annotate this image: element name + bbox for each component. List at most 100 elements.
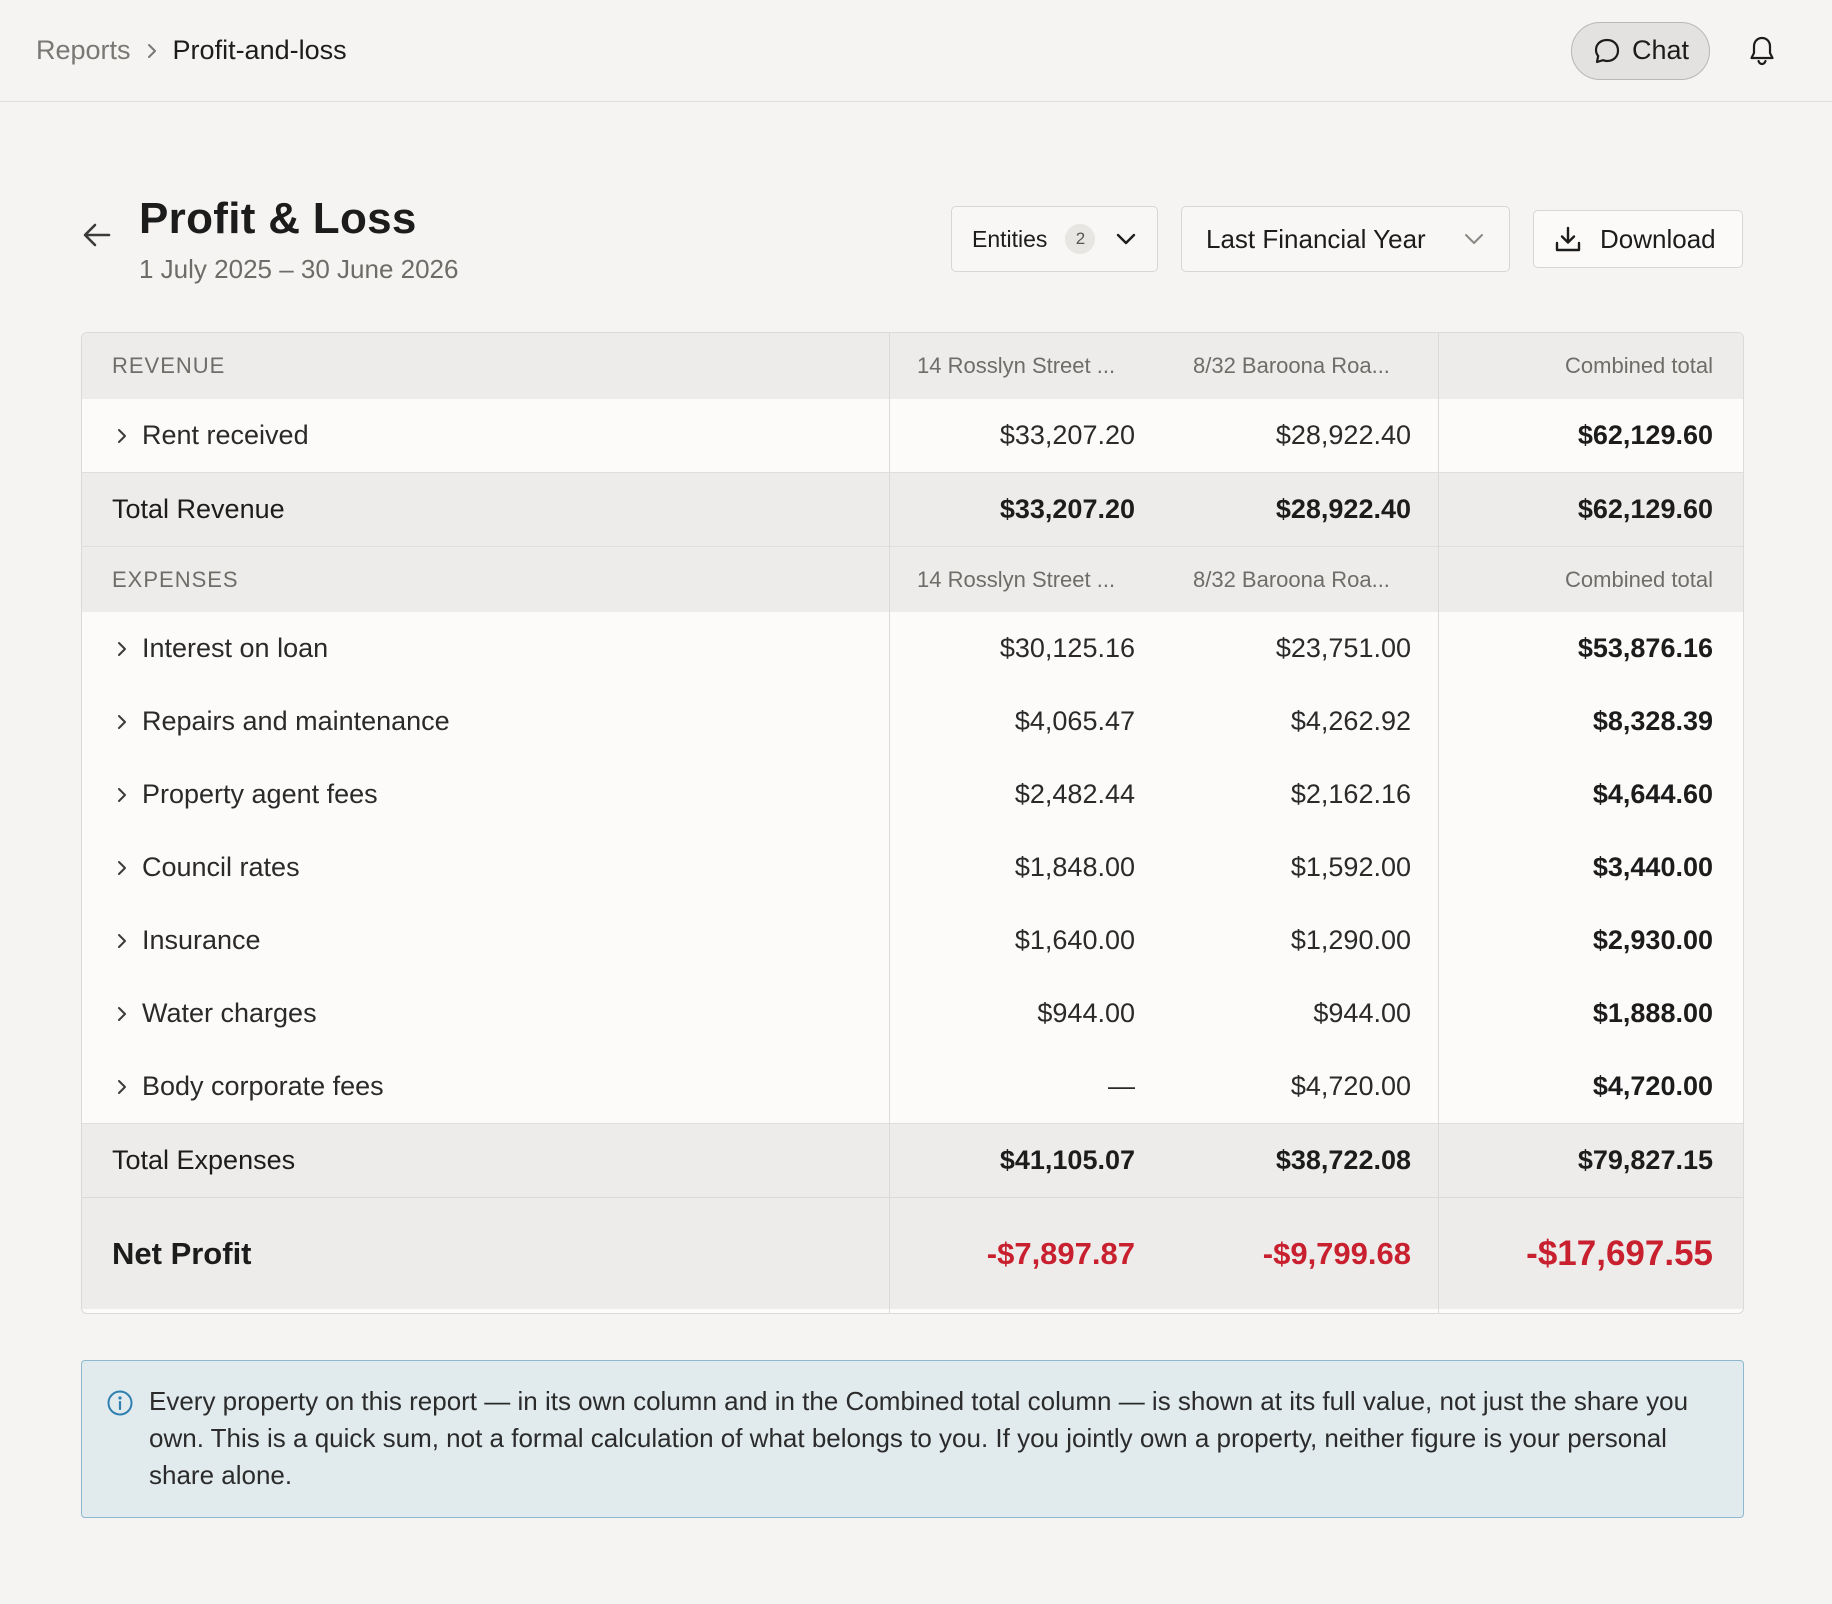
chat-bubble-icon (1592, 36, 1622, 66)
total-expenses-row: Total Expenses $41,105.07 $38,722.08 $79… (82, 1123, 1743, 1197)
page-title: Profit & Loss (139, 194, 417, 243)
period-select-value: Last Financial Year (1206, 223, 1426, 254)
value-property-a: $41,105.07 (999, 1145, 1135, 1175)
chevron-right-icon[interactable] (116, 932, 128, 950)
expenses-heading: EXPENSES (112, 566, 239, 592)
entities-dropdown[interactable]: Entities 2 (951, 206, 1158, 272)
value-combined: $79,827.15 (1577, 1145, 1713, 1175)
net-profit-row: Net Profit -$7,897.87 -$9,799.68 -$17,69… (82, 1197, 1743, 1309)
profit-loss-table: REVENUE 14 Rosslyn Street ... 8/32 Baroo… (81, 332, 1744, 1314)
download-icon (1554, 225, 1582, 253)
value-combined: $62,129.60 (1577, 494, 1713, 524)
value-property-b: $4,720.00 (1290, 1071, 1411, 1101)
value-combined: $8,328.39 (1592, 706, 1713, 736)
value-property-b: -$9,799.68 (1262, 1235, 1411, 1271)
arrow-left-icon (82, 222, 112, 248)
value-combined: $53,876.16 (1577, 633, 1713, 663)
breadcrumb-current: Profit-and-loss (172, 35, 347, 65)
value-property-a: $33,207.20 (999, 420, 1135, 450)
column-header-property-a: 14 Rosslyn Street ... (917, 353, 1116, 378)
value-property-a: $1,848.00 (1014, 852, 1135, 882)
value-property-a: $1,640.00 (1014, 925, 1135, 955)
chevron-down-icon (1115, 232, 1137, 246)
value-property-a: — (1108, 1071, 1135, 1101)
info-icon (106, 1389, 134, 1417)
value-combined: $1,888.00 (1592, 998, 1713, 1028)
column-header-combined: Combined total (1565, 566, 1713, 592)
table-row[interactable]: Water charges $944.00 $944.00 $1,888.00 (82, 977, 1743, 1050)
value-property-a: $2,482.44 (1014, 779, 1135, 809)
entities-count-badge: 2 (1065, 224, 1096, 254)
value-combined: -$17,697.55 (1526, 1233, 1713, 1273)
value-combined: $2,930.00 (1592, 925, 1713, 955)
row-label: Repairs and maintenance (142, 706, 450, 736)
value-property-a: $944.00 (1037, 998, 1135, 1028)
value-combined: $62,129.60 (1577, 420, 1713, 450)
value-property-a: $4,065.47 (1014, 706, 1135, 736)
value-property-b: $28,922.40 (1275, 420, 1411, 450)
row-label: Interest on loan (142, 633, 329, 663)
column-divider (889, 333, 890, 1313)
bell-icon[interactable] (1748, 35, 1776, 67)
top-bar: Reports Profit-and-loss Chat (0, 0, 1832, 102)
date-range: 1 July 2025 – 30 June 2026 (139, 254, 459, 284)
table-row[interactable]: Council rates $1,848.00 $1,592.00 $3,440… (82, 831, 1743, 904)
row-label: Insurance (142, 925, 261, 955)
value-property-b: $1,592.00 (1290, 852, 1411, 882)
expenses-section-header: EXPENSES 14 Rosslyn Street ... 8/32 Baro… (82, 546, 1743, 612)
value-property-b: $38,722.08 (1275, 1145, 1411, 1175)
value-property-a: $33,207.20 (999, 494, 1135, 524)
chevron-right-icon[interactable] (116, 859, 128, 877)
value-property-b: $4,262.92 (1290, 706, 1411, 736)
value-combined: $4,644.60 (1592, 779, 1713, 809)
table-row[interactable]: Property agent fees $2,482.44 $2,162.16 … (82, 758, 1743, 831)
download-button[interactable]: Download (1533, 210, 1743, 268)
entities-label: Entities (972, 225, 1048, 252)
value-combined: $3,440.00 (1592, 852, 1713, 882)
column-header-property-b: 8/32 Baroona Roa... (1193, 566, 1390, 592)
row-label: Rent received (142, 420, 309, 450)
info-notice: Every property on this report — in its o… (81, 1360, 1744, 1518)
value-property-b: $944.00 (1313, 998, 1411, 1028)
topbar-actions: Chat (1570, 21, 1796, 80)
table-row[interactable]: Repairs and maintenance $4,065.47 $4,262… (82, 685, 1743, 758)
value-property-a: $30,125.16 (999, 633, 1135, 663)
revenue-heading: REVENUE (112, 353, 226, 378)
chevron-right-icon[interactable] (116, 1078, 128, 1096)
breadcrumb-reports-link[interactable]: Reports (36, 35, 131, 66)
value-property-b: $28,922.40 (1275, 494, 1411, 524)
row-label: Total Revenue (112, 494, 285, 524)
period-select[interactable]: Last Financial Year (1181, 206, 1510, 272)
total-revenue-row: Total Revenue $33,207.20 $28,922.40 $62,… (82, 472, 1743, 546)
column-header-property-a: 14 Rosslyn Street ... (917, 566, 1116, 592)
chevron-down-icon (1463, 232, 1485, 246)
table-row[interactable]: Interest on loan $30,125.16 $23,751.00 $… (82, 612, 1743, 685)
table-row[interactable]: Body corporate fees — $4,720.00 $4,720.0… (82, 1050, 1743, 1123)
chevron-right-icon[interactable] (116, 786, 128, 804)
column-header-combined: Combined total (1565, 353, 1713, 378)
value-combined: $4,720.00 (1592, 1071, 1713, 1101)
row-label: Water charges (142, 998, 317, 1028)
chevron-right-icon[interactable] (116, 640, 128, 658)
table-row[interactable]: Rent received $33,207.20 $28,922.40 $62,… (82, 399, 1743, 472)
value-property-a: -$7,897.87 (986, 1235, 1135, 1271)
download-button-label: Download (1600, 223, 1716, 254)
column-header-property-b: 8/32 Baroona Roa... (1193, 353, 1390, 378)
column-divider (1438, 333, 1439, 1313)
chevron-right-icon[interactable] (116, 713, 128, 731)
row-label: Total Expenses (112, 1145, 296, 1175)
revenue-section-header: REVENUE 14 Rosslyn Street ... 8/32 Baroo… (82, 333, 1743, 399)
row-label: Property agent fees (142, 779, 378, 809)
row-label: Body corporate fees (142, 1071, 384, 1101)
chevron-right-icon[interactable] (116, 1005, 128, 1023)
row-label: Council rates (142, 852, 300, 882)
value-property-b: $23,751.00 (1275, 633, 1411, 663)
chat-button-label: Chat (1631, 35, 1689, 65)
table-row[interactable]: Insurance $1,640.00 $1,290.00 $2,930.00 (82, 904, 1743, 977)
back-button[interactable] (82, 222, 112, 248)
chevron-right-icon (145, 42, 159, 60)
chevron-right-icon[interactable] (116, 427, 128, 445)
row-label: Net Profit (112, 1235, 252, 1271)
chat-button[interactable]: Chat (1570, 21, 1710, 80)
value-property-b: $1,290.00 (1290, 925, 1411, 955)
